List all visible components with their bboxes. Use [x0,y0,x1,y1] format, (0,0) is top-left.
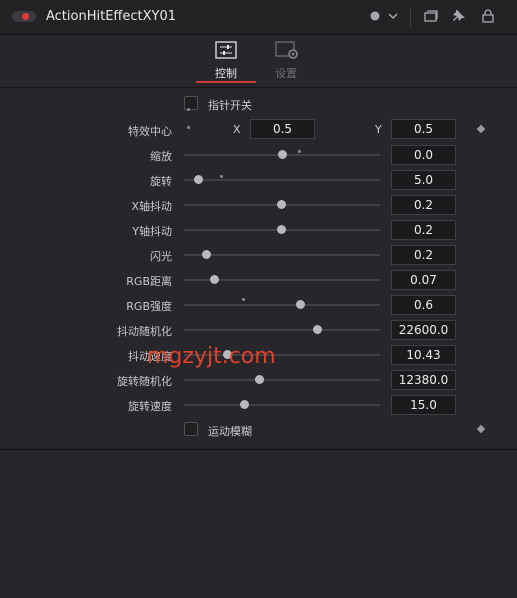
controls-panel: 指针开关 特效中心 X 0.5 Y 0.5 缩放 0.0 旋转 5.0 X轴抖动 0.2 Y… [0,88,517,450]
slider-track[interactable] [184,329,380,331]
slider-thumb[interactable] [313,325,322,334]
inspector-tabs: 控制 设置 [0,35,517,88]
tool-title: ActionHitEffectXY01 [46,9,176,24]
slider-value-input[interactable]: 0.07 [391,270,456,290]
title-divider [410,7,411,27]
slider-label: Y轴抖动 [132,225,172,238]
slider-thumb[interactable] [240,400,249,409]
slider-value-input[interactable]: 22600.0 [391,320,456,340]
slider-value-input[interactable]: 10.43 [391,345,456,365]
slider-label: 缩放 [150,150,172,163]
slider-thumb[interactable] [277,200,286,209]
slider-track[interactable] [184,404,380,406]
slider-thumb[interactable] [278,150,287,159]
range-marker [242,298,245,301]
slider-track[interactable] [184,254,380,256]
center-y-input[interactable]: 0.5 [391,119,456,139]
center-x-input[interactable]: 0.5 [250,119,315,139]
slider-value-input[interactable]: 0.2 [391,220,456,240]
slider-value-input[interactable]: 0.6 [391,295,456,315]
toggle-dot [22,13,29,20]
range-marker [187,126,190,129]
center-label: 特效中心 [128,125,172,138]
lock-icon[interactable] [482,9,494,26]
power-toggle-icon[interactable] [12,11,36,22]
range-marker [220,175,223,178]
motion-blur-label: 运动模糊 [208,425,252,438]
tab-controls[interactable]: 控制 [196,41,256,81]
slider-value-input[interactable]: 0.2 [391,195,456,215]
slider-thumb[interactable] [277,225,286,234]
window-icon[interactable] [424,10,438,25]
motion-blur-keyframe-icon[interactable] [476,424,486,434]
slider-track[interactable] [184,304,380,306]
slider-thumb[interactable] [194,175,203,184]
center-keyframe-icon[interactable] [476,124,486,134]
slider-label: RGB距离 [126,275,172,288]
title-bar: ActionHitEffectXY01 [0,0,517,35]
chevron-down-icon[interactable] [388,10,398,24]
slider-thumb[interactable] [296,300,305,309]
range-marker [298,150,301,153]
slider-thumb[interactable] [210,275,219,284]
slider-label: 旋转 [150,175,172,188]
sliders-icon [196,41,256,59]
slider-label: RGB强度 [126,300,172,313]
motion-blur-checkbox[interactable] [184,422,198,436]
slider-track[interactable] [184,179,380,181]
settings-gear-icon [256,41,316,59]
tab-settings[interactable]: 设置 [256,41,316,81]
slider-value-input[interactable]: 5.0 [391,170,456,190]
slider-label: 抖动随机化 [117,325,172,338]
slider-label: X轴抖动 [131,200,172,213]
active-tab-indicator [196,81,256,83]
center-y-label: Y [375,123,382,136]
pointer-toggle-label: 指针开关 [208,99,252,112]
range-marker [187,108,190,111]
tab-controls-label: 控制 [215,67,237,80]
slider-thumb[interactable] [202,250,211,259]
center-x-label: X [233,123,241,136]
slider-label: 旋转随机化 [117,375,172,388]
slider-label: 闪光 [150,250,172,263]
slider-label: 旋转速度 [128,400,172,413]
dot-menu-icon[interactable] [370,10,380,24]
watermark-text: mgzyjt.com [147,344,276,369]
tab-settings-label: 设置 [275,67,297,80]
slider-value-input[interactable]: 0.2 [391,245,456,265]
pointer-toggle-checkbox[interactable] [184,96,198,110]
slider-value-input[interactable]: 0.0 [391,145,456,165]
slider-track[interactable] [184,379,380,381]
slider-value-input[interactable]: 12380.0 [391,370,456,390]
slider-thumb[interactable] [255,375,264,384]
pin-icon[interactable] [452,9,466,26]
slider-value-input[interactable]: 15.0 [391,395,456,415]
